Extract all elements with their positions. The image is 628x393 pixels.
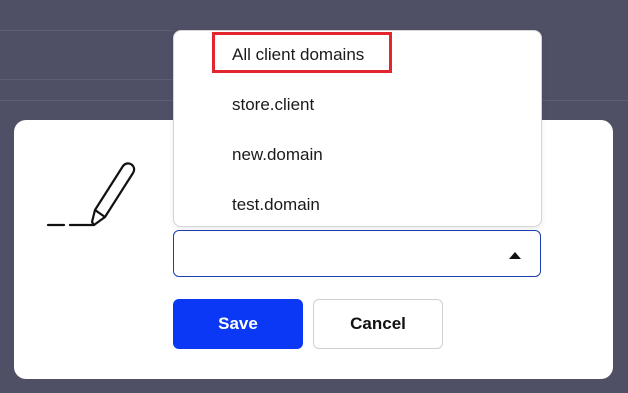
dropdown-option-new-domain[interactable]: new.domain — [232, 145, 323, 165]
domain-select[interactable] — [173, 230, 541, 277]
dropdown-option-test-domain[interactable]: test.domain — [232, 195, 320, 215]
caret-up-icon[interactable] — [509, 252, 521, 259]
cancel-button[interactable]: Cancel — [313, 299, 443, 349]
pen-signature-icon — [46, 162, 136, 227]
domain-dropdown-menu: All client domains store.client new.doma… — [173, 30, 542, 227]
dropdown-option-all-client-domains[interactable]: All client domains — [232, 45, 364, 65]
save-button[interactable]: Save — [173, 299, 303, 349]
dropdown-option-store-client[interactable]: store.client — [232, 95, 314, 115]
background-row-divider — [0, 30, 175, 31]
background-row-divider — [0, 79, 175, 80]
